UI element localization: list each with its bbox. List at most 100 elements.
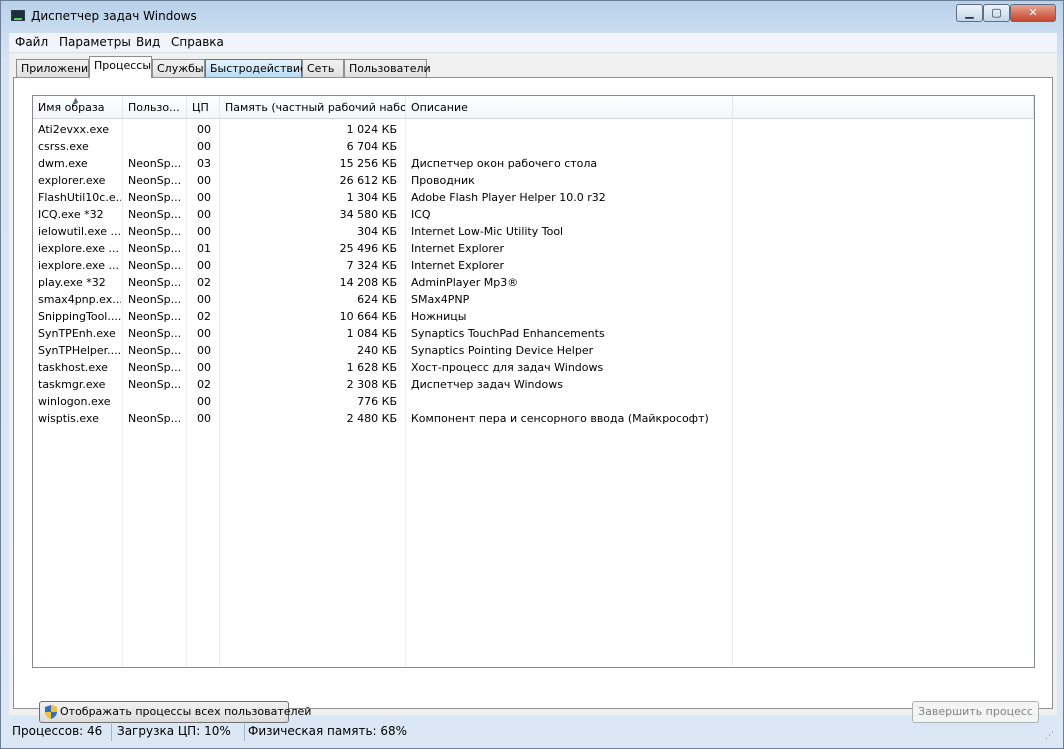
status-bar: Процессов: 46 Загрузка ЦП: 10% Физическа… xyxy=(9,720,1057,742)
maximize-button[interactable]: ▢ xyxy=(983,4,1010,22)
cell-user: NeonSp... xyxy=(128,412,182,425)
cell-memory: 1 304 КБ xyxy=(346,191,397,204)
column-header-name[interactable]: Имя образа ▲ xyxy=(33,96,123,119)
column-header-memory[interactable]: Память (частный рабочий набор) xyxy=(220,96,406,119)
table-row[interactable]: csrss.exe 00 6 704 КБ xyxy=(33,138,1034,155)
cell-cpu: 00 xyxy=(197,395,211,408)
cell-image-name: ICQ.exe *32 xyxy=(38,208,104,221)
minimize-button[interactable]: ▁ xyxy=(956,4,983,22)
cell-user: NeonSp... xyxy=(128,378,182,391)
menu-file[interactable]: Файл xyxy=(15,35,48,49)
resize-grip-icon[interactable]: ⋰ xyxy=(1045,730,1057,742)
cell-description: Internet Explorer xyxy=(411,242,504,255)
cell-description: Synaptics Pointing Device Helper xyxy=(411,344,594,357)
cell-user: NeonSp... xyxy=(128,259,182,272)
status-physical-memory: Физическая память: 68% xyxy=(248,724,408,738)
cell-user: NeonSp... xyxy=(128,327,182,340)
cell-description: Ножницы xyxy=(411,310,467,323)
cell-image-name: csrss.exe xyxy=(38,140,89,153)
status-process-count: Процессов: 46 xyxy=(9,721,112,741)
tab-users[interactable]: Пользователи xyxy=(344,59,431,77)
cell-description: Диспетчер окон рабочего стола xyxy=(411,157,598,170)
cell-memory: 304 КБ xyxy=(357,225,397,238)
cell-memory: 7 324 КБ xyxy=(346,259,397,272)
cell-memory: 2 480 КБ xyxy=(346,412,397,425)
table-row[interactable]: wisptis.exe NeonSp... 00 2 480 КБ Компонент … xyxy=(33,410,1034,427)
cell-cpu: 00 xyxy=(197,344,211,357)
cell-description: Internet Low-Mic Utility Tool xyxy=(411,225,564,238)
cell-user: NeonSp... xyxy=(128,293,182,306)
column-header-description[interactable]: Описание xyxy=(406,96,733,119)
cell-memory: 2 308 КБ xyxy=(346,378,397,391)
cell-user: NeonSp... xyxy=(128,225,182,238)
column-header-user[interactable]: Пользо... xyxy=(123,96,187,119)
cell-description: Диспетчер задач Windows xyxy=(411,378,563,391)
table-row[interactable]: SynTPHelper.... NeonSp... 00 240 КБ Synaptic… xyxy=(33,342,1034,359)
table-row[interactable]: SynTPEnh.exe NeonSp... 00 1 084 КБ Synaptics… xyxy=(33,325,1034,342)
cell-cpu: 00 xyxy=(197,412,211,425)
cell-user: NeonSp... xyxy=(128,191,182,204)
cell-description: Хост-процесс для задач Windows xyxy=(411,361,604,374)
cell-memory: 1 628 КБ xyxy=(346,361,397,374)
close-button[interactable]: ✕ xyxy=(1010,4,1056,22)
table-row[interactable]: dwm.exe NeonSp... 03 15 256 КБ Диспетчер око… xyxy=(33,155,1034,172)
cell-memory: 776 КБ xyxy=(357,395,397,408)
main-content: Приложения Процессы Службы Быстродействи… xyxy=(9,53,1057,723)
table-row[interactable]: winlogon.exe 00 776 КБ xyxy=(33,393,1034,410)
table-row[interactable]: taskmgr.exe NeonSp... 02 2 308 КБ Диспетчер … xyxy=(33,376,1034,393)
cell-description: ICQ xyxy=(411,208,431,221)
cell-cpu: 00 xyxy=(197,327,211,340)
cell-cpu: 00 xyxy=(197,259,211,272)
tab-network[interactable]: Сеть xyxy=(302,59,344,77)
menu-bar: Файл Параметры Вид Справка xyxy=(9,33,1057,53)
cell-user: NeonSp... xyxy=(128,242,182,255)
table-row[interactable]: smax4pnp.ex... NeonSp... 00 624 КБ SMax4PNP xyxy=(33,291,1034,308)
column-header-cpu[interactable]: ЦП xyxy=(187,96,220,119)
cell-cpu: 00 xyxy=(197,174,211,187)
table-row[interactable]: explorer.exe NeonSp... 00 26 612 КБ Проводни… xyxy=(33,172,1034,189)
cell-user xyxy=(128,393,186,410)
cell-image-name: wisptis.exe xyxy=(38,412,99,425)
table-row[interactable]: SnippingTool.... NeonSp... 02 10 664 КБ Ножн… xyxy=(33,308,1034,325)
table-row[interactable]: Ati2evxx.exe 00 1 024 КБ xyxy=(33,121,1034,138)
cell-description xyxy=(411,121,811,138)
uac-shield-icon xyxy=(45,705,57,719)
table-row[interactable]: ielowutil.exe ... NeonSp... 00 304 КБ Intern… xyxy=(33,223,1034,240)
table-row[interactable]: taskhost.exe NeonSp... 00 1 628 КБ Хост-проц… xyxy=(33,359,1034,376)
sort-ascending-icon: ▲ xyxy=(73,96,79,104)
cell-description: Проводник xyxy=(411,174,475,187)
cell-memory: 14 208 КБ xyxy=(339,276,397,289)
task-manager-app-icon xyxy=(11,10,25,21)
task-manager-window: Диспетчер задач Windows ▁ ▢ ✕ Файл Парам… xyxy=(0,0,1064,749)
process-list[interactable]: Имя образа ▲ Пользо... ЦП Память (частны… xyxy=(32,95,1035,668)
cell-image-name: iexplore.exe ... xyxy=(38,242,119,255)
cell-cpu: 00 xyxy=(197,123,211,136)
tab-performance[interactable]: Быстродействие xyxy=(205,59,307,77)
table-row[interactable]: iexplore.exe ... NeonSp... 01 25 496 КБ Inte… xyxy=(33,240,1034,257)
menu-options[interactable]: Параметры xyxy=(59,35,131,49)
table-row[interactable]: iexplore.exe ... NeonSp... 00 7 324 КБ Inter… xyxy=(33,257,1034,274)
cell-cpu: 02 xyxy=(197,378,211,391)
cell-description: Компонент пера и сенсорного ввода (Майкр… xyxy=(411,412,709,425)
menu-help[interactable]: Справка xyxy=(171,35,224,49)
cell-image-name: play.exe *32 xyxy=(38,276,106,289)
cell-image-name: winlogon.exe xyxy=(38,395,111,408)
processes-panel: Имя образа ▲ Пользо... ЦП Память (частны… xyxy=(13,77,1053,723)
cell-image-name: smax4pnp.ex... xyxy=(38,293,121,306)
cell-memory: 240 КБ xyxy=(357,344,397,357)
table-row[interactable]: FlashUtil10c.e... NeonSp... 00 1 304 КБ Adob… xyxy=(33,189,1034,206)
cell-user: NeonSp... xyxy=(128,276,182,289)
cell-cpu: 00 xyxy=(197,293,211,306)
table-row[interactable]: ICQ.exe *32 NeonSp... 00 34 580 КБ ICQ xyxy=(33,206,1034,223)
title-bar[interactable]: Диспетчер задач Windows ▁ ▢ ✕ xyxy=(1,1,1063,31)
cell-image-name: dwm.exe xyxy=(38,157,88,170)
table-row[interactable]: play.exe *32 NeonSp... 02 14 208 КБ AdminPla… xyxy=(33,274,1034,291)
cell-image-name: Ati2evxx.exe xyxy=(38,123,110,136)
tab-processes[interactable]: Процессы xyxy=(89,56,152,78)
tab-applications[interactable]: Приложения xyxy=(16,59,95,77)
cell-memory: 34 580 КБ xyxy=(339,208,397,221)
column-header-empty xyxy=(733,96,1034,119)
tab-services[interactable]: Службы xyxy=(152,59,205,77)
cell-description: Internet Explorer xyxy=(411,259,504,272)
menu-view[interactable]: Вид xyxy=(136,35,160,49)
